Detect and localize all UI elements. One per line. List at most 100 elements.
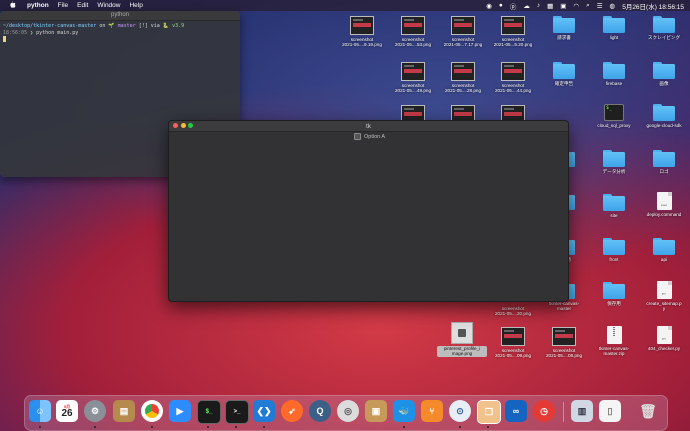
terminal-title: python xyxy=(110,12,129,18)
desktop-folder[interactable]: ロゴ xyxy=(639,150,689,174)
desktop-executable[interactable]: $_ cloud_sql_proxy xyxy=(589,104,639,128)
tk-window[interactable]: tk Option A xyxy=(168,120,569,302)
sourcetree-icon[interactable]: ⑂ xyxy=(421,400,443,422)
desktop-file-screenshot[interactable]: screenshot 2021-05...5.20.png xyxy=(488,16,538,48)
record-icon[interactable]: ◉ xyxy=(486,2,492,10)
clock-app-icon[interactable]: ◷ xyxy=(533,400,555,422)
status-bubble-icon[interactable]: ● xyxy=(499,2,503,9)
checkbox-box[interactable] xyxy=(354,133,361,140)
desktop-folder[interactable]: 保存用 xyxy=(589,282,639,306)
chrome-icon[interactable] xyxy=(141,400,163,422)
package-icon[interactable]: ▣ xyxy=(365,400,387,422)
desktop-label: screenshot 2021-05....08.png xyxy=(545,348,582,359)
disk-utility-icon[interactable]: ◎ xyxy=(337,400,359,422)
option-a-checkbox[interactable]: Option A xyxy=(354,133,385,140)
desktop-file-screenshot[interactable]: screenshot 2021-05....53.png xyxy=(388,16,438,48)
control-center-icon[interactable]: ☰ xyxy=(597,2,603,10)
desktop-folder[interactable]: firebase xyxy=(589,62,639,86)
desktop-label: データ分析 xyxy=(602,169,626,174)
terminal-icon-green[interactable]: $_ xyxy=(197,400,221,424)
desktop-file-screenshot[interactable]: screenshot 2021-05....49.png xyxy=(388,62,438,94)
terminal-output[interactable]: ~/desktop/tkinter-canvas-master on 🌱 mas… xyxy=(0,21,240,45)
apple-icon[interactable] xyxy=(9,1,16,10)
downloads-stack-icon[interactable]: ▥ xyxy=(571,400,593,422)
desktop-folder[interactable]: 確定申告 xyxy=(539,62,589,86)
desktop-label: スクレイピング xyxy=(647,35,681,40)
wifi-icon[interactable]: ◠ xyxy=(573,2,579,10)
desktop-label: screenshot 2021-05....49.png xyxy=(394,83,431,94)
python-icon: 🐍 xyxy=(162,23,170,29)
archive-utility-icon[interactable]: ▤ xyxy=(113,400,135,422)
desktop-file-pinterest-image[interactable]: pinterest_profile_i mage.png xyxy=(437,322,487,357)
menu-help[interactable]: Help xyxy=(129,2,142,9)
desktop-label: api xyxy=(660,257,668,262)
trash-icon[interactable]: 🗑 xyxy=(637,400,659,422)
menu-window[interactable]: Window xyxy=(97,2,120,9)
desktop-file-zip[interactable]: tkinter-canvas- master.zip xyxy=(589,326,639,357)
desktop-label: screenshot 2021-05....20.png xyxy=(494,306,531,317)
music-icon[interactable]: ♪ xyxy=(537,2,540,9)
desktop-file-screenshot[interactable]: screenshot 2021-05...7.17.png xyxy=(438,16,488,48)
menu-file[interactable]: File xyxy=(58,2,68,9)
finder-icon[interactable]: ☺ xyxy=(29,400,51,422)
tk-titlebar[interactable]: tk xyxy=(169,121,568,132)
terminal-icon[interactable]: >_ xyxy=(225,400,249,424)
desktop-folder[interactable]: front xyxy=(589,238,639,262)
checkbox-label: Option A xyxy=(364,133,386,140)
desktop-folder[interactable]: データ分析 xyxy=(589,150,639,174)
menubar-clock[interactable]: 5月26日(水) 18:56:15 xyxy=(622,1,684,11)
desktop-folder[interactable]: api xyxy=(639,238,689,262)
desktop-folder[interactable]: 画像 xyxy=(639,62,689,86)
desktop-label: screenshot 2021-05....09.png xyxy=(494,348,531,359)
desktop-folder[interactable]: light xyxy=(589,16,639,40)
prompt-on: on xyxy=(99,23,106,29)
desktop-label: ロゴ xyxy=(659,169,669,174)
quicktime-icon[interactable]: Q xyxy=(309,400,331,422)
preview-icon[interactable]: ❐ xyxy=(477,400,501,424)
desktop-file-screenshot[interactable]: screenshot 2021-05....08.png xyxy=(539,327,589,359)
calendar-icon[interactable]: 5月 26 xyxy=(56,400,78,422)
command-text: python main.py xyxy=(36,29,79,36)
desktop-file-python[interactable]: PY 404_checker.py xyxy=(639,326,689,351)
grid-icon[interactable]: ▦ xyxy=(547,2,553,10)
desktop-folder[interactable]: google-cloud-sdk xyxy=(639,104,689,128)
siri-icon[interactable]: ◍ xyxy=(610,2,616,10)
infinity-app-icon[interactable]: ∞ xyxy=(505,400,527,422)
menu-app-python[interactable]: python xyxy=(27,2,49,9)
branch-icon: 🌱 xyxy=(108,23,115,29)
box-icon[interactable]: ▣ xyxy=(560,2,566,10)
desktop-label: 確定申告 xyxy=(554,81,574,86)
desktop-label: screenshot 2021-05...7.17.png xyxy=(443,37,483,48)
prompt-arrow-icon: ❯ xyxy=(30,29,34,36)
prompt-python-version: v3.9 xyxy=(172,23,185,29)
vscode-icon[interactable]: ❮❯ xyxy=(253,400,275,422)
desktop-file-screenshot[interactable]: screenshot 2021-05....09.png xyxy=(488,327,538,359)
desktop-file-command[interactable]: exec deploy.command xyxy=(639,192,689,217)
desktop-folder[interactable]: 請求書 xyxy=(539,16,589,40)
prompt-branch: master xyxy=(117,23,136,29)
terminal-titlebar[interactable]: python xyxy=(0,11,240,21)
desktop-label: tkinter-canvas- master.zip xyxy=(598,346,630,357)
desktop-label: screenshot 2021-05...5.20.png xyxy=(493,37,533,48)
search-icon[interactable]: ⌕ xyxy=(586,2,590,10)
swift-playgrounds-icon[interactable]: ➶ xyxy=(281,400,303,422)
desktop-file-python[interactable]: PY create_sitemap.p y xyxy=(639,281,689,312)
desktop-file-screenshot[interactable]: screenshot 2021-05....44.png xyxy=(488,62,538,94)
prompt-time: 18:56:05 xyxy=(3,29,28,36)
desktop-file-screenshot[interactable]: screenshot 2021-05....9.19.png xyxy=(337,16,387,48)
docker-icon[interactable]: 🐳 xyxy=(393,400,415,422)
document-stack-icon[interactable]: ▯ xyxy=(599,400,621,422)
desktop-folder[interactable]: スクレイピング xyxy=(639,16,689,40)
zoom-icon[interactable]: ▶ xyxy=(169,400,191,422)
prompt-path: ~/desktop/tkinter-canvas-master xyxy=(3,23,97,29)
desktop-label: pinterest_profile_i mage.png xyxy=(437,346,487,357)
pinterest-icon[interactable]: ⓟ xyxy=(510,1,517,11)
calendar-day: 26 xyxy=(61,407,73,419)
activity-app-icon[interactable]: ⊙ xyxy=(449,400,471,422)
cloud-icon[interactable]: ☁ xyxy=(523,2,530,10)
menu-edit[interactable]: Edit xyxy=(77,2,88,9)
desktop-label: deploy.command xyxy=(646,212,682,217)
desktop-folder[interactable]: site xyxy=(589,194,639,218)
desktop-file-screenshot[interactable]: screenshot 2021-05....28.png xyxy=(438,62,488,94)
system-preferences-icon[interactable]: ⚙ xyxy=(84,400,106,422)
